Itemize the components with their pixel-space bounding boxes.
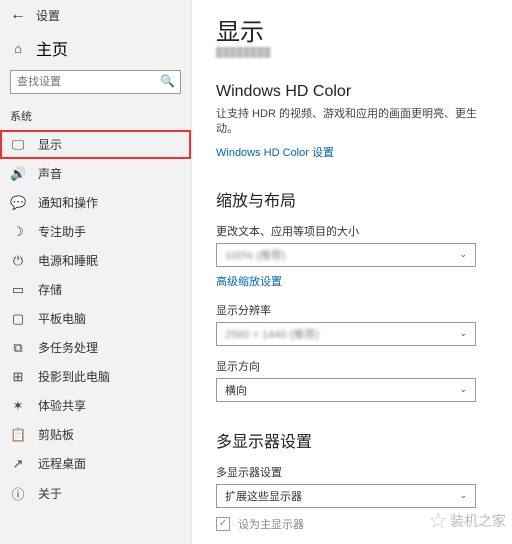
chevron-down-icon: ⌄ <box>459 384 467 395</box>
sidebar-item-label: 存储 <box>38 281 62 298</box>
sidebar-item-storage[interactable]: ▭ 存储 <box>0 275 191 304</box>
sidebar-item-label: 远程桌面 <box>38 455 86 472</box>
multitask-icon: ⧉ <box>10 340 26 356</box>
search-icon: 🔍 <box>160 74 175 88</box>
sidebar-item-sound[interactable]: 🔊 声音 <box>0 159 191 188</box>
text-size-select[interactable]: 100% (推荐) ⌄ <box>216 243 476 267</box>
sidebar-item-remote[interactable]: ↗ 远程桌面 <box>0 449 191 478</box>
home-icon: ⌂ <box>10 41 26 56</box>
sidebar-item-label: 投影到此电脑 <box>38 368 110 385</box>
home-link[interactable]: ⌂ 主页 <box>0 32 191 70</box>
sidebar-item-shared[interactable]: ✶ 体验共享 <box>0 391 191 420</box>
sidebar-item-label: 剪贴板 <box>38 426 74 443</box>
notifications-icon: 💬 <box>10 195 26 211</box>
multi-heading: 多显示器设置 <box>216 428 498 452</box>
back-icon[interactable]: ← <box>10 6 26 24</box>
chevron-down-icon: ⌄ <box>459 249 467 260</box>
checkbox-icon: ✓ <box>216 517 230 531</box>
chevron-down-icon: ⌄ <box>459 490 467 501</box>
sidebar-topbar: ← 设置 <box>0 6 191 32</box>
sidebar-item-label: 通知和操作 <box>38 194 98 211</box>
resolution-select[interactable]: 2560 × 1440 (推荐) ⌄ <box>216 322 476 346</box>
sidebar-item-label: 电源和睡眠 <box>38 252 98 269</box>
watermark: ☆ 装机之家 <box>428 508 506 534</box>
display-icon: 🖵 <box>10 137 26 153</box>
project-icon: ⊞ <box>10 369 26 385</box>
resolution-label: 显示分辨率 <box>216 302 498 318</box>
tablet-icon: ▢ <box>10 311 26 327</box>
sidebar-item-label: 体验共享 <box>38 397 86 414</box>
storage-icon: ▭ <box>10 282 26 298</box>
sidebar-item-power[interactable]: ⏻ 电源和睡眠 <box>0 246 191 275</box>
chevron-down-icon: ⌄ <box>459 328 467 339</box>
resolution-value: 2560 × 1440 (推荐) <box>225 326 319 342</box>
home-label: 主页 <box>36 36 68 60</box>
sidebar: ← 设置 ⌂ 主页 🔍 系统 🖵 显示 🔊 声音 💬 通知和操作 ☽ 专注助手 ⏻ 电源和… <box>0 0 192 544</box>
page-title: 显示 <box>216 12 498 47</box>
advanced-scale-link[interactable]: 高级缩放设置 <box>216 273 282 289</box>
main-content: 显示 ████████ Windows HD Color 让支持 HDR 的视频… <box>192 0 512 544</box>
checkbox-label: 设为主显示器 <box>238 516 304 532</box>
sidebar-item-focus[interactable]: ☽ 专注助手 <box>0 217 191 246</box>
shared-icon: ✶ <box>10 398 26 414</box>
power-icon: ⏻ <box>10 253 26 269</box>
sidebar-item-label: 显示 <box>38 136 62 153</box>
search-wrap: 🔍 <box>0 70 191 104</box>
sidebar-item-project[interactable]: ⊞ 投影到此电脑 <box>0 362 191 391</box>
sidebar-item-about[interactable]: ⓘ 关于 <box>0 478 191 509</box>
sidebar-item-display[interactable]: 🖵 显示 <box>0 130 191 159</box>
sidebar-item-label: 平板电脑 <box>38 310 86 327</box>
sidebar-item-label: 专注助手 <box>38 223 86 240</box>
remote-icon: ↗ <box>10 456 26 472</box>
sidebar-item-tablet[interactable]: ▢ 平板电脑 <box>0 304 191 333</box>
text-size-value: 100% (推荐) <box>225 247 286 263</box>
sidebar-item-label: 关于 <box>38 485 62 502</box>
scale-heading: 缩放与布局 <box>216 187 498 211</box>
orientation-select[interactable]: 横向 ⌄ <box>216 378 476 402</box>
sidebar-item-label: 声音 <box>38 165 62 182</box>
hdcolor-desc: 让支持 HDR 的视频、游戏和应用的画面更明亮、更生动。 <box>216 107 498 138</box>
hdcolor-heading: Windows HD Color <box>216 83 498 101</box>
sound-icon: 🔊 <box>10 166 26 182</box>
focus-icon: ☽ <box>10 224 26 240</box>
section-header-system: 系统 <box>0 104 191 130</box>
orientation-label: 显示方向 <box>216 358 498 374</box>
sidebar-item-label: 多任务处理 <box>38 339 98 356</box>
multi-dropdown-label: 多显示器设置 <box>216 464 498 480</box>
hdcolor-link[interactable]: Windows HD Color 设置 <box>216 144 334 160</box>
about-icon: ⓘ <box>10 484 26 503</box>
sidebar-item-notifications[interactable]: 💬 通知和操作 <box>0 188 191 217</box>
orientation-value: 横向 <box>225 382 247 398</box>
text-size-label: 更改文本、应用等项目的大小 <box>216 223 498 239</box>
star-icon: ☆ <box>428 508 448 534</box>
search-input[interactable] <box>10 70 181 94</box>
clipboard-icon: 📋 <box>10 427 26 443</box>
sidebar-item-clipboard[interactable]: 📋 剪贴板 <box>0 420 191 449</box>
sidebar-item-multitask[interactable]: ⧉ 多任务处理 <box>0 333 191 362</box>
sidebar-nav: 🖵 显示 🔊 声音 💬 通知和操作 ☽ 专注助手 ⏻ 电源和睡眠 ▭ 存储 ▢ 平板电脑 ⧉ 多… <box>0 130 191 509</box>
settings-title: 设置 <box>36 7 60 24</box>
watermark-text: 装机之家 <box>450 511 506 531</box>
multi-dropdown[interactable]: 扩展这些显示器 ⌄ <box>216 484 476 508</box>
multi-dropdown-value: 扩展这些显示器 <box>225 488 302 504</box>
subtitle-blur: ████████ <box>216 47 498 57</box>
